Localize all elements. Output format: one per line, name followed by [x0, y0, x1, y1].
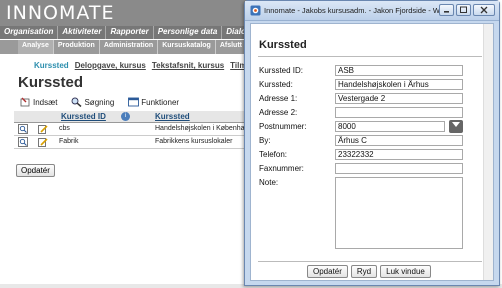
id-field[interactable] — [335, 65, 463, 76]
minimize-button[interactable] — [439, 4, 454, 16]
brand-logo: INNOMATE — [6, 2, 115, 24]
field-row-id: Kurssted ID: — [259, 65, 481, 77]
search-icon — [72, 97, 82, 107]
submenu-produktion[interactable]: Produktion — [54, 40, 100, 54]
menu-aktiviteter[interactable]: Aktiviteter — [58, 26, 107, 39]
page-tabs: Kurssted Delopgave, kursus Tekstafsnit, … — [34, 61, 258, 70]
submenu-afslutning[interactable]: Afslutt — [216, 40, 247, 54]
field-row-address2: Adresse 2: — [259, 107, 481, 119]
vertical-scrollbar[interactable] — [483, 24, 493, 280]
menu-personlige-data[interactable]: Personlige data — [154, 26, 223, 39]
table-row: cbs Handelshøjskolen i Københavr — [14, 123, 260, 136]
kurssted-table: Kurssted ID i Kurssted cbs Handelshøjsko… — [14, 111, 260, 149]
update-button[interactable]: Opdatér — [16, 164, 55, 177]
edit-icon[interactable] — [38, 137, 48, 147]
close-window-button[interactable]: Luk vindue — [380, 265, 431, 278]
fax-field[interactable] — [335, 163, 463, 174]
zip-label: Postnummer: — [259, 122, 307, 131]
phone-label: Telefon: — [259, 150, 288, 159]
address2-field[interactable] — [335, 107, 463, 118]
submenu-analyse[interactable]: Analyse — [18, 40, 54, 54]
address2-label: Adresse 2: — [259, 108, 298, 117]
functions-icon — [128, 97, 140, 107]
edit-icon[interactable] — [38, 124, 48, 134]
dialog-update-button[interactable]: Opdatér — [307, 265, 348, 278]
kurssted-dialog-window: Innomate - Jakobs kursusadm. - Jakon Fjo… — [244, 0, 500, 286]
insert-button[interactable]: Indsæt — [20, 97, 57, 107]
sub-menu: Analyse Produktion Administration Kursus… — [0, 40, 260, 54]
city-label: By: — [259, 136, 271, 145]
zip-field[interactable] — [335, 121, 445, 132]
chevron-down-icon — [452, 122, 460, 127]
id-label: Kurssted ID: — [259, 66, 304, 75]
fax-label: Faxnummer: — [259, 164, 304, 173]
submenu-kursuskatalog[interactable]: Kursuskatalog — [158, 40, 216, 54]
dialog-buttons: Opdatér Ryd Luk vindue — [307, 265, 431, 278]
functions-label: Funktioner — [141, 97, 180, 107]
window-controls — [439, 4, 495, 16]
column-header-id[interactable]: Kurssted ID — [59, 111, 108, 122]
field-row-city: By: — [259, 135, 481, 147]
close-icon — [480, 6, 488, 14]
table-row: Fabrik Fabrikkens kursuslokaler — [14, 136, 260, 149]
city-field[interactable] — [335, 135, 463, 146]
menu-rapporter[interactable]: Rapporter — [106, 26, 154, 39]
zip-dropdown-button[interactable] — [449, 120, 463, 133]
field-row-address1: Adresse 1: — [259, 93, 481, 105]
insert-icon — [20, 97, 30, 107]
form-divider — [258, 56, 482, 57]
app-icon — [250, 5, 261, 16]
submenu-administration[interactable]: Administration — [100, 40, 159, 54]
footer-divider — [258, 261, 482, 262]
tab-kurssted[interactable]: Kurssted — [34, 61, 69, 70]
cell-id: Fabrik — [59, 138, 79, 145]
name-field[interactable] — [335, 79, 463, 90]
tab-delopgave-kursus[interactable]: Delopgave, kursus — [75, 61, 146, 70]
address1-field[interactable] — [335, 93, 463, 104]
table-header: Kurssted ID i Kurssted — [14, 111, 260, 123]
cell-name: Fabrikkens kursuslokaler — [155, 138, 233, 145]
tab-tekstafsnit-kursus[interactable]: Tekstafsnit, kursus — [152, 61, 224, 70]
note-textarea[interactable] — [335, 177, 463, 249]
phone-field[interactable] — [335, 149, 463, 160]
column-header-name[interactable]: Kurssted — [153, 111, 192, 122]
form-title: Kurssted — [259, 39, 307, 51]
menu-organisation[interactable]: Organisation — [0, 26, 59, 39]
name-label: Kurssted: — [259, 80, 293, 89]
cell-id: cbs — [59, 125, 70, 132]
minimize-icon — [444, 11, 449, 13]
window-title: Innomate - Jakobs kursusadm. - Jakon Fjo… — [264, 6, 446, 15]
maximize-button[interactable] — [456, 4, 471, 16]
search-button[interactable]: Søgning — [71, 97, 114, 107]
page-title: Kurssted — [18, 74, 84, 91]
view-icon[interactable] — [18, 124, 28, 134]
field-row-name: Kurssted: — [259, 79, 481, 91]
close-button[interactable] — [473, 4, 495, 16]
address1-label: Adresse 1: — [259, 94, 298, 103]
note-label: Note: — [259, 178, 279, 187]
field-row-note: Note: — [259, 177, 481, 253]
dialog-content: Kurssted Kurssted ID: Kurssted: Adresse … — [250, 23, 494, 281]
main-menu: Organisation Aktiviteter Rapporter Perso… — [0, 26, 260, 39]
functions-button[interactable]: Funktioner — [128, 97, 179, 107]
maximize-icon — [460, 6, 467, 13]
field-row-fax: Faxnummer: — [259, 163, 481, 175]
field-row-zip: Postnummer: — [259, 120, 481, 133]
window-titlebar[interactable]: Innomate - Jakobs kursusadm. - Jakon Fjo… — [245, 1, 499, 21]
toolbar: Indsæt Søgning Funktioner — [20, 97, 179, 107]
view-icon[interactable] — [18, 137, 28, 147]
reset-button[interactable]: Ryd — [350, 265, 378, 278]
cell-name: Handelshøjskolen i Københavr — [155, 125, 251, 132]
insert-label: Indsæt — [33, 97, 58, 107]
brand-bar: INNOMATE — [0, 0, 260, 26]
sort-icon[interactable]: i — [121, 112, 130, 121]
search-label: Søgning — [84, 97, 115, 107]
field-row-phone: Telefon: — [259, 149, 481, 161]
